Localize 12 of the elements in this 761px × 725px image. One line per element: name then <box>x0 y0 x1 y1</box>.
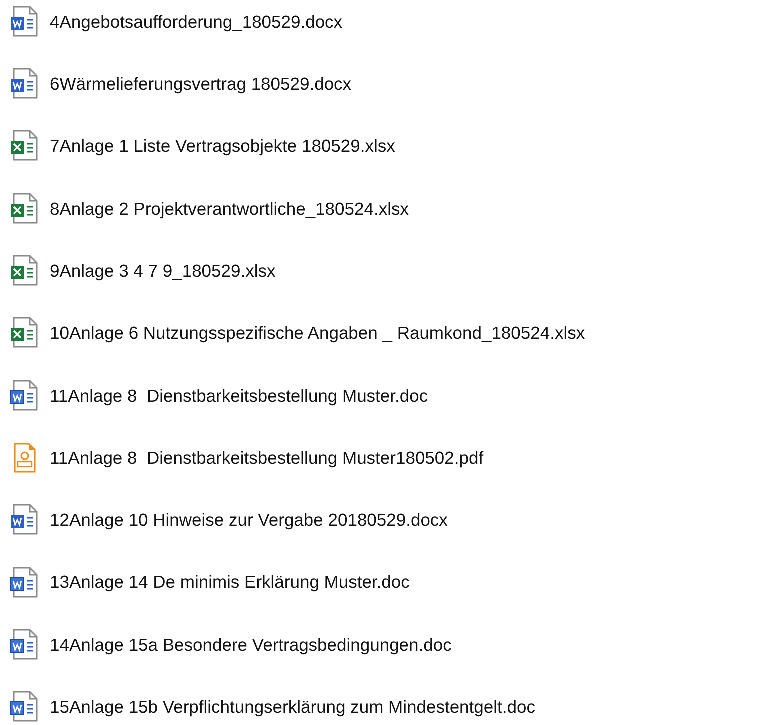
file-name[interactable]: 9Anlage 3 4 7 9_180529.xlsx <box>50 258 276 284</box>
file-name[interactable]: 8Anlage 2 Projektverantwortliche_180524.xlsx <box>50 196 409 222</box>
file-name[interactable]: 6Wärmelieferungsvertrag 180529.docx <box>50 71 352 98</box>
file-name[interactable]: 7Anlage 1 Liste Vertragsobjekte 180529.xlsx <box>50 133 396 160</box>
file-name[interactable]: 11Anlage 8 Dienstbarkeitsbestellung Muster180502.pdf <box>50 444 484 472</box>
file-name[interactable]: 15Anlage 15b Verpflichtungserklärung zum Mindestentgelt.doc <box>50 694 536 720</box>
file-name[interactable]: 11Anlage 8 Dienstbarkeitsbestellung Muster.doc <box>50 382 428 409</box>
file-name[interactable]: 4Angebotsaufforderung_180529.docx <box>50 8 343 36</box>
file-name[interactable]: 13Anlage 14 De minimis Erklärung Muster.doc <box>50 569 410 596</box>
file-name[interactable]: 12Anlage 10 Hinweise zur Vergabe 20180529.docx <box>50 507 448 534</box>
file-name[interactable]: 10Anlage 6 Nutzungsspezifische Angaben _ Raumkond_180524.xlsx <box>50 320 586 346</box>
file-name[interactable]: 14Anlage 15a Besondere Vertragsbedingungen.doc <box>50 632 452 658</box>
